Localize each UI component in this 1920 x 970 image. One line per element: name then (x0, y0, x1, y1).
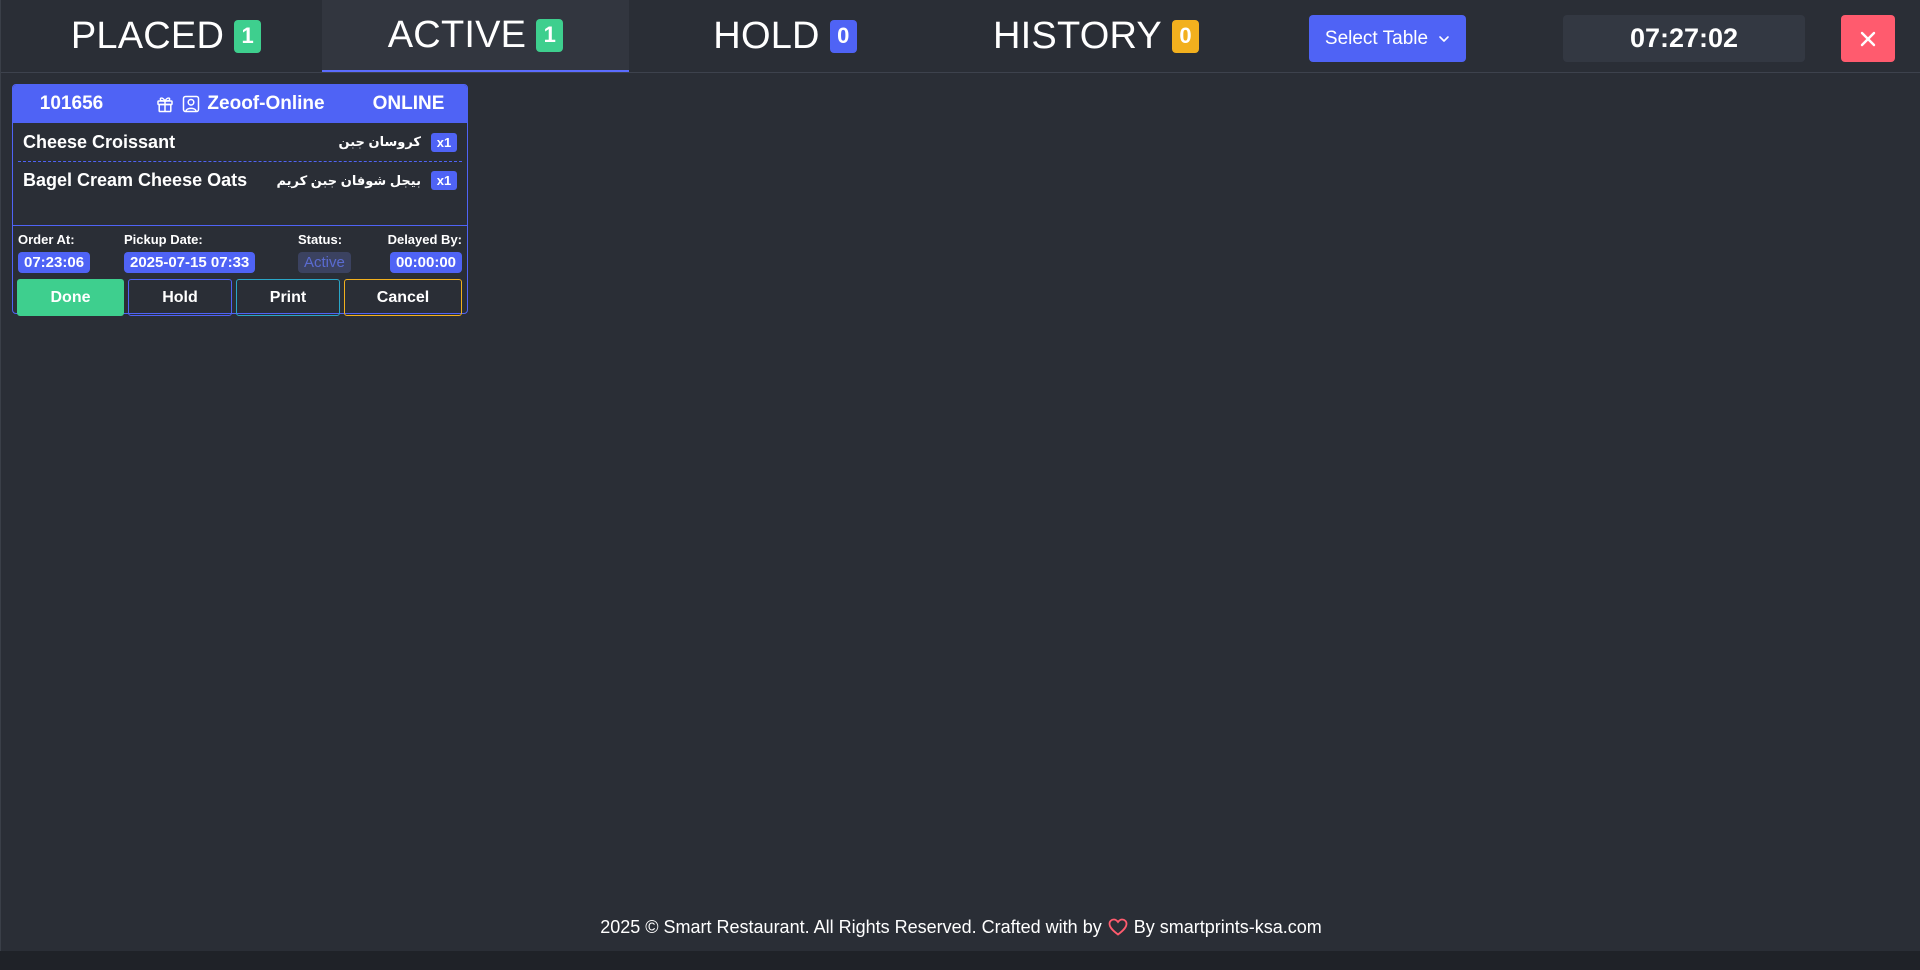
select-table-dropdown[interactable]: Select Table (1309, 15, 1466, 62)
kitchen-display-app: PLACED 1 ACTIVE 1 HOLD 0 HISTORY 0 Selec… (0, 0, 1920, 951)
tab-placed[interactable]: PLACED 1 (11, 0, 321, 72)
item-qty-badge: x1 (431, 171, 457, 190)
tab-label: ACTIVE (387, 13, 527, 56)
item-name: Cheese Croissant (23, 131, 176, 152)
item-qty-badge: x1 (431, 132, 457, 152)
pickup-date-value: 2025-07-15 07:33 (124, 252, 256, 273)
close-icon (1860, 31, 1876, 46)
tab-count-badge: 0 (829, 19, 857, 53)
footer: 2025 © Smart Restaurant. All Rights Rese… (1, 912, 1920, 942)
order-at-value: 07:23:06 (18, 252, 91, 273)
tab-label: PLACED (70, 14, 225, 57)
tab-hold[interactable]: HOLD 0 (630, 0, 940, 72)
status-badge: Active (298, 252, 351, 273)
list-item: Bagel Cream Cheese Oats بيجل شوفان جبن ك… (18, 161, 462, 199)
item-name-arabic: كروسان جبن (338, 134, 421, 149)
gift-icon (157, 97, 174, 113)
item-name-arabic: بيجل شوفان جبن كريم (276, 172, 421, 188)
order-items: Cheese Croissant كروسان جبن x1 Bagel Cre… (13, 123, 467, 225)
close-button[interactable] (1841, 15, 1895, 62)
pickup-date: Pickup Date: 2025-07-15 07:33 (124, 232, 256, 273)
select-table-label: Select Table (1324, 27, 1429, 49)
hold-button[interactable]: Hold (128, 279, 232, 316)
item-name: Bagel Cream Cheese Oats (23, 170, 248, 190)
list-item: Cheese Croissant كروسان جبن x1 (18, 123, 462, 161)
pickup-date-label: Pickup Date: (124, 232, 203, 247)
order-status: Status: Active (298, 232, 351, 273)
order-meta: Order At: 07:23:06 Pickup Date: 2025-07-… (13, 225, 467, 316)
tab-label: HISTORY (993, 14, 1162, 57)
tab-active[interactable]: ACTIVE 1 (322, 0, 629, 72)
items-spacer (18, 199, 462, 225)
order-at: Order At: 07:23:06 (18, 232, 91, 273)
bottom-strip (0, 951, 1920, 970)
clock-display: 07:27:02 (1563, 15, 1805, 62)
order-card-header: 101656 Zeoof-Online ONLINE (13, 85, 467, 123)
chevron-down-icon (1439, 35, 1449, 42)
delayed-by-value: 00:00:00 (389, 252, 462, 273)
heart-icon (1108, 918, 1128, 936)
tab-count-badge: 0 (1171, 19, 1199, 53)
cancel-button[interactable]: Cancel (344, 279, 462, 316)
status-label: Status: (298, 232, 343, 247)
tab-label: HOLD (713, 14, 820, 57)
user-square-icon (183, 95, 200, 113)
tab-count-badge: 1 (536, 18, 564, 52)
print-button[interactable]: Print (236, 279, 340, 316)
order-customer: Zeoof-Online (130, 93, 350, 115)
footer-suffix: By smartprints-ksa.com (1133, 916, 1322, 937)
order-channel: ONLINE (372, 93, 445, 114)
tab-history[interactable]: HISTORY 0 (941, 0, 1251, 72)
delayed-by: Delayed By: 00:00:00 (388, 232, 462, 273)
header-bar: PLACED 1 ACTIVE 1 HOLD 0 HISTORY 0 Selec… (1, 0, 1920, 73)
order-at-label: Order At: (18, 232, 75, 247)
done-button[interactable]: Done (17, 279, 124, 316)
footer-prefix: 2025 © Smart Restaurant. All Rights Rese… (600, 916, 1102, 937)
order-customer-name: Zeoof-Online (207, 93, 325, 114)
order-id: 101656 (39, 93, 104, 114)
order-card: 101656 Zeoof-Online ONLINE Cheese Croiss… (12, 84, 468, 316)
tab-count-badge: 1 (234, 19, 262, 53)
delayed-by-label: Delayed By: (387, 232, 462, 247)
